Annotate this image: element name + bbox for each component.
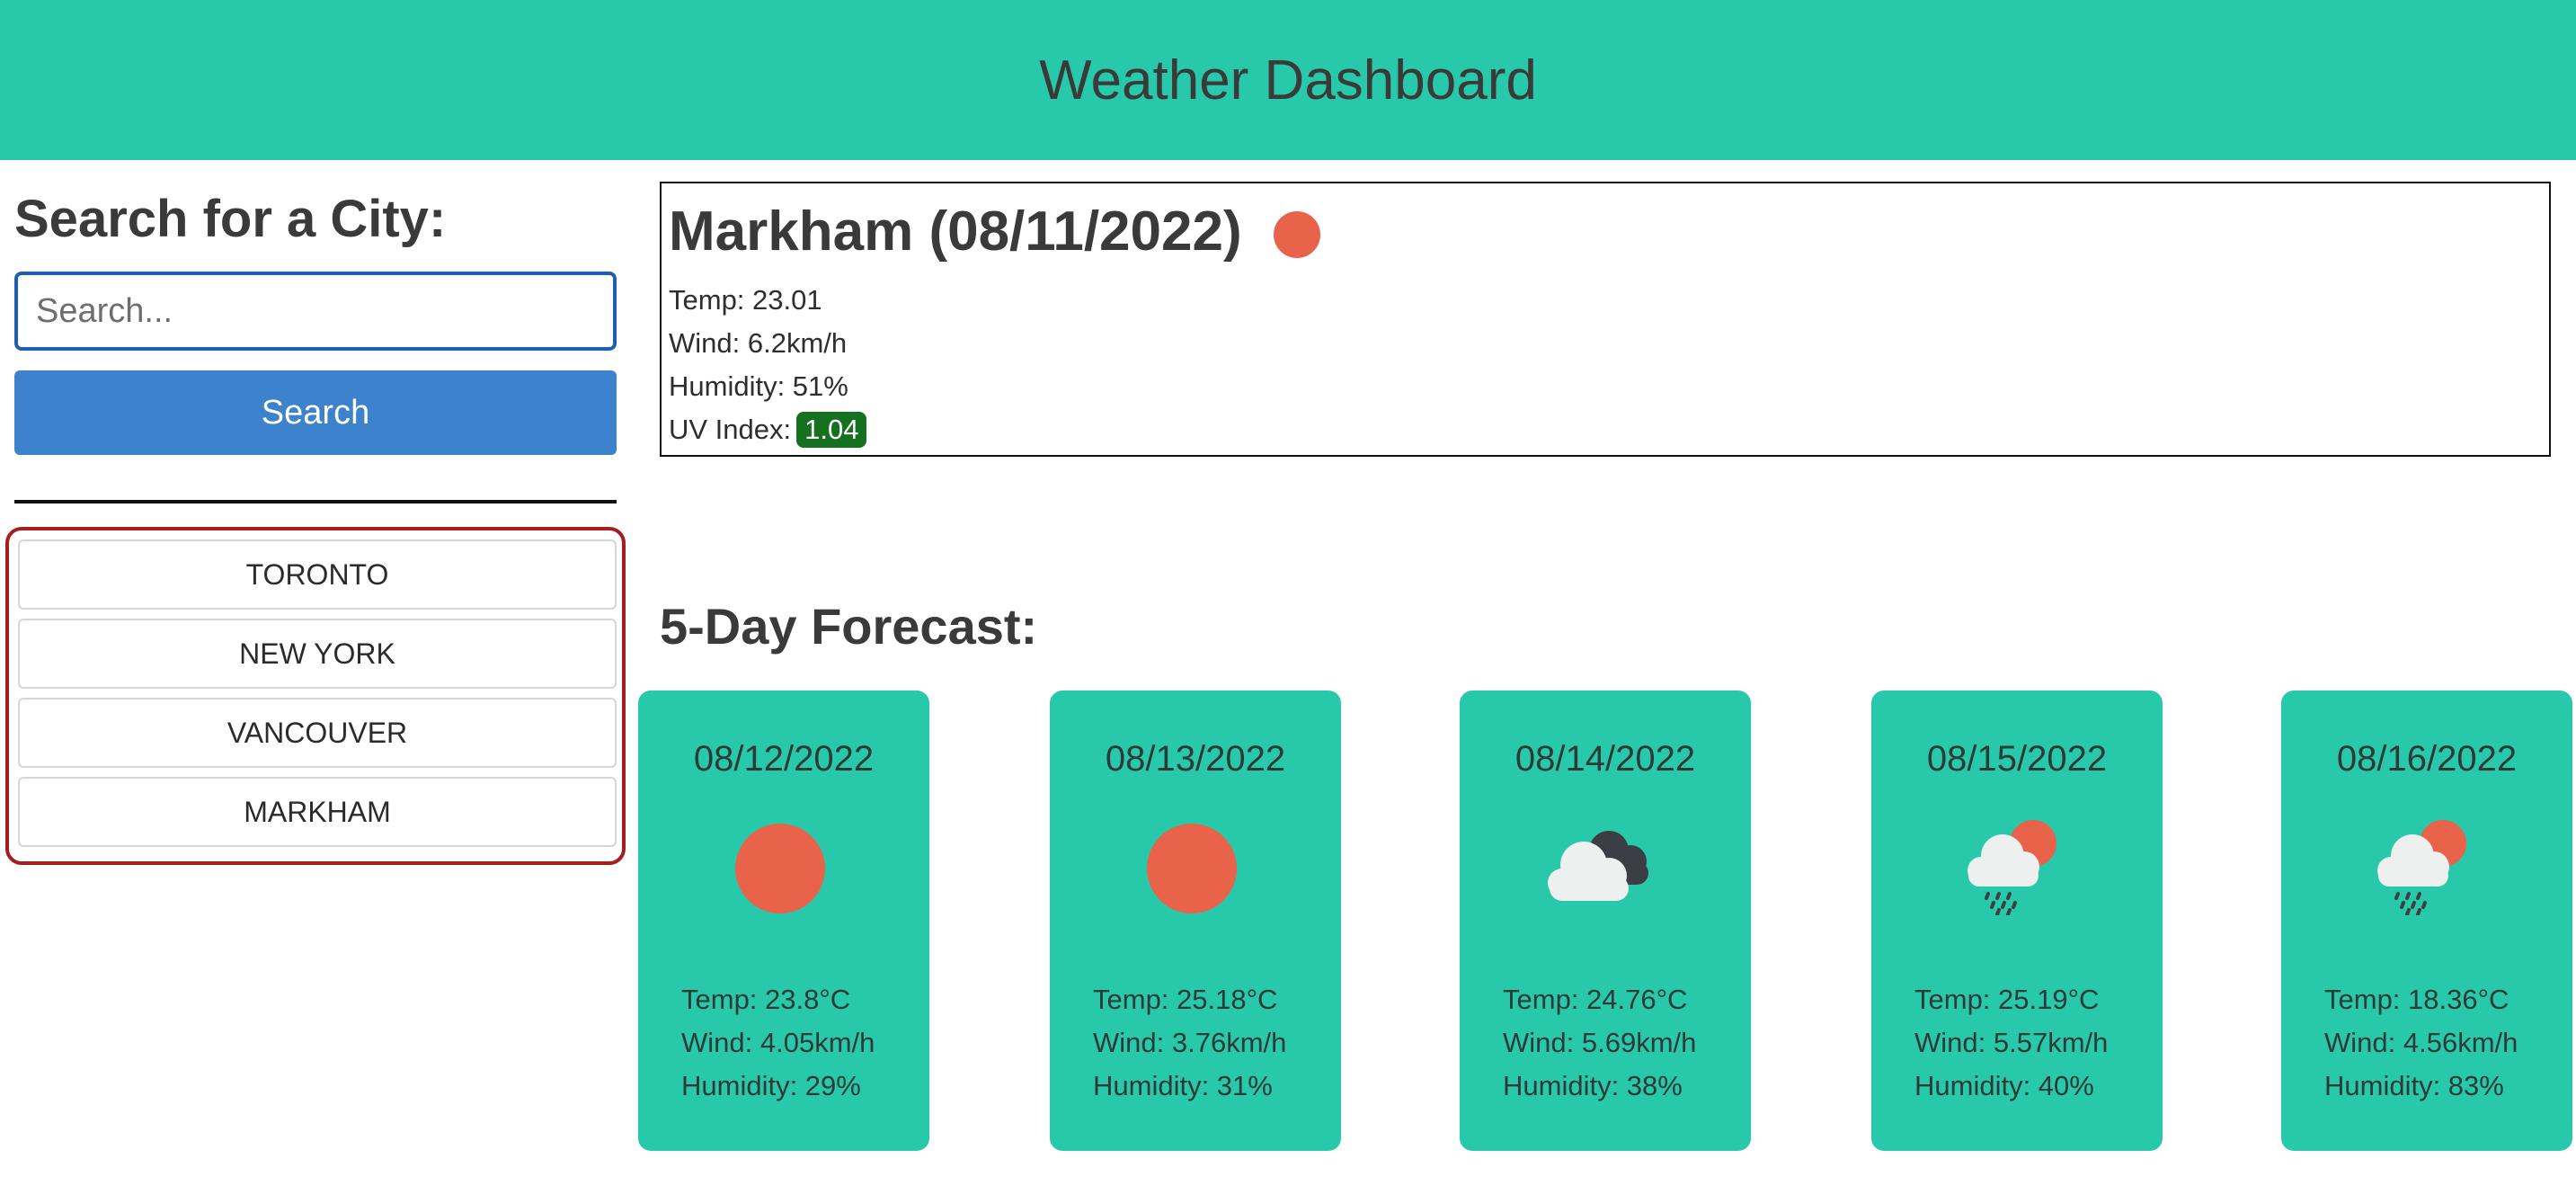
- forecast-wind: Wind: 4.56km/h: [2324, 1027, 2518, 1058]
- forecast-date: 08/13/2022: [1105, 739, 1286, 779]
- search-button[interactable]: Search: [14, 370, 617, 455]
- forecast-wind: Wind: 3.76km/h: [1093, 1027, 1287, 1058]
- uv-label: UV Index:: [669, 414, 792, 445]
- app-header: Weather Dashboard: [0, 0, 2576, 160]
- forecast-temp: Temp: 24.76°C: [1503, 984, 1688, 1015]
- forecast-wind: Wind: 5.57km/h: [1914, 1027, 2109, 1058]
- history-button-new-york[interactable]: NEW YORK: [18, 619, 617, 689]
- forecast-card: 08/16/2022 Temp: 18.36°C Wind: 4.56km/h …: [2281, 691, 2572, 1151]
- search-history: TORONTO NEW YORK VANCOUVER MARKHAM: [5, 527, 626, 865]
- forecast-card: 08/13/2022 Temp: 25.18°C Wind: 3.76km/h …: [1050, 691, 1341, 1151]
- forecast-card: 08/12/2022 Temp: 23.8°C Wind: 4.05km/h H…: [638, 691, 929, 1151]
- forecast-date: 08/15/2022: [1926, 739, 2108, 779]
- forecast-humidity: Humidity: 83%: [2324, 1070, 2504, 1101]
- forecast-temp: Temp: 25.18°C: [1093, 984, 1278, 1015]
- forecast-humidity: Humidity: 29%: [681, 1070, 861, 1101]
- forecast-date: 08/12/2022: [693, 739, 875, 779]
- forecast-wind: Wind: 4.05km/h: [681, 1027, 875, 1058]
- broken-clouds-icon: [1548, 831, 1648, 901]
- current-humidity: Humidity: 51%: [669, 370, 848, 402]
- history-button-vancouver[interactable]: VANCOUVER: [18, 698, 617, 768]
- forecast-humidity: Humidity: 38%: [1503, 1070, 1683, 1101]
- history-button-toronto[interactable]: TORONTO: [18, 539, 617, 610]
- rain-sun-icon: [1968, 820, 2056, 915]
- current-weather-card: Markham (08/11/2022) Temp: 23.01 Wind: 6…: [660, 182, 2551, 457]
- current-uv-row: UV Index: 1.04: [669, 412, 867, 448]
- forecast-temp: Temp: 25.19°C: [1914, 984, 2100, 1015]
- forecast-date: 08/16/2022: [2336, 739, 2518, 779]
- forecast-card: 08/14/2022 Temp: 24.76°C Wind: 5.69km/h …: [1460, 691, 1751, 1151]
- forecast-card: 08/15/2022 Temp: 25.19°C Wind: 5.57km/h …: [1871, 691, 2163, 1151]
- page-title: Weather Dashboard: [1039, 49, 1537, 111]
- sun-icon: [1274, 211, 1320, 258]
- search-heading: Search for a City:: [14, 190, 447, 248]
- forecast-temp: Temp: 18.36°C: [2324, 984, 2509, 1015]
- current-temp: Temp: 23.01: [669, 284, 822, 316]
- forecast-wind: Wind: 5.69km/h: [1503, 1027, 1697, 1058]
- forecast-date: 08/14/2022: [1515, 739, 1696, 779]
- sidebar-divider: [14, 500, 617, 503]
- forecast-humidity: Humidity: 40%: [1914, 1070, 2094, 1101]
- forecast-temp: Temp: 23.8°C: [681, 984, 851, 1015]
- sun-icon: [735, 824, 825, 913]
- rain-sun-icon: [2377, 820, 2466, 915]
- current-city-title: Markham (08/11/2022): [669, 200, 1242, 263]
- forecast-humidity: Humidity: 31%: [1093, 1070, 1273, 1101]
- uv-badge: 1.04: [796, 412, 867, 448]
- forecast-heading: 5-Day Forecast:: [660, 598, 1038, 655]
- search-input[interactable]: [14, 272, 617, 351]
- current-wind: Wind: 6.2km/h: [669, 327, 848, 359]
- sun-icon: [1147, 824, 1237, 913]
- history-button-markham[interactable]: MARKHAM: [18, 777, 617, 847]
